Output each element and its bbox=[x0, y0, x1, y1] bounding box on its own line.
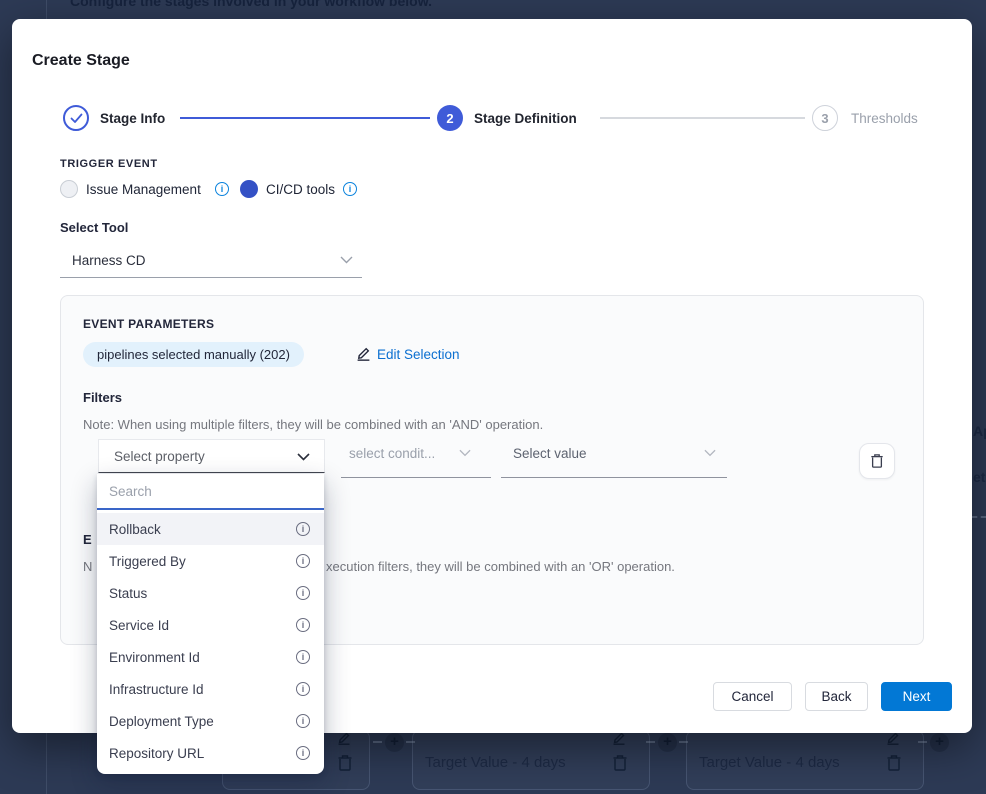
cancel-button[interactable]: Cancel bbox=[713, 682, 792, 711]
step-label-stage-definition: Stage Definition bbox=[474, 111, 577, 126]
info-icon[interactable]: i bbox=[296, 618, 310, 632]
condition-select-underline bbox=[341, 477, 491, 478]
step-circle-thresholds[interactable]: 3 bbox=[812, 105, 838, 131]
trash-icon bbox=[870, 453, 884, 469]
plus-icon[interactable]: + bbox=[658, 733, 677, 752]
edit-pencil-icon[interactable] bbox=[337, 731, 351, 745]
dropdown-item-repository-url[interactable]: Repository URL i bbox=[97, 737, 324, 769]
radio-cicd-tools[interactable] bbox=[240, 180, 258, 198]
info-icon[interactable]: i bbox=[215, 182, 229, 196]
trash-icon[interactable] bbox=[612, 754, 628, 772]
chevron-down-icon[interactable] bbox=[459, 449, 471, 457]
stepper-connector bbox=[180, 117, 430, 119]
dropdown-item-deployment-type[interactable]: Deployment Type i bbox=[97, 705, 324, 737]
select-tool-label: Select Tool bbox=[60, 220, 128, 235]
filters-note: Note: When using multiple filters, they … bbox=[83, 417, 543, 432]
background-dashed-connector bbox=[646, 741, 655, 743]
condition-select-value[interactable]: select condit... bbox=[349, 446, 435, 461]
dropdown-item-service-id[interactable]: Service Id i bbox=[97, 609, 324, 641]
tool-select-underline bbox=[60, 277, 362, 278]
trigger-event-label: TRIGGER EVENT bbox=[60, 158, 158, 170]
execution-filters-heading-fragment: E bbox=[83, 532, 92, 547]
chevron-down-icon[interactable] bbox=[704, 449, 716, 457]
dropdown-item-label: Repository URL bbox=[109, 746, 204, 761]
trash-icon[interactable] bbox=[886, 754, 902, 772]
dropdown-item-label: Infrastructure Id bbox=[109, 682, 204, 697]
dropdown-item-label: Status bbox=[109, 586, 147, 601]
dropdown-item-label: Rollback bbox=[109, 522, 161, 537]
dropdown-item-environment-id[interactable]: Environment Id i bbox=[97, 641, 324, 673]
dropdown-item-infrastructure-id[interactable]: Infrastructure Id i bbox=[97, 673, 324, 705]
dropdown-item-triggered-by[interactable]: Triggered By i bbox=[97, 545, 324, 577]
execution-note-fragment-right: xecution filters, they will be combined … bbox=[326, 559, 675, 574]
info-icon[interactable]: i bbox=[296, 554, 310, 568]
value-select-value[interactable]: Select value bbox=[513, 446, 587, 461]
background-header-text: Configure the stages involved in your wo… bbox=[70, 0, 432, 9]
info-icon[interactable]: i bbox=[296, 650, 310, 664]
info-icon[interactable]: i bbox=[296, 586, 310, 600]
back-button[interactable]: Back bbox=[805, 682, 868, 711]
background-dashed-connector bbox=[972, 516, 986, 518]
step-circle-stage-definition[interactable]: 2 bbox=[437, 105, 463, 131]
plus-icon[interactable]: + bbox=[385, 733, 404, 752]
dropdown-item-label: Service Id bbox=[109, 618, 169, 633]
background-fragment-1: Ap bbox=[973, 423, 986, 439]
property-dropdown-panel: Rollback i Triggered By i Status i Servi… bbox=[97, 474, 324, 774]
next-button[interactable]: Next bbox=[881, 682, 952, 711]
info-icon[interactable]: i bbox=[296, 682, 310, 696]
radio-label-issue-management[interactable]: Issue Management bbox=[86, 182, 201, 197]
dropdown-item-status[interactable]: Status i bbox=[97, 577, 324, 609]
background-dashed-connector bbox=[373, 741, 382, 743]
edit-pencil-icon[interactable] bbox=[886, 731, 900, 745]
background-dashed-connector bbox=[406, 741, 415, 743]
step-label-thresholds: Thresholds bbox=[851, 111, 918, 126]
plus-icon[interactable]: + bbox=[930, 733, 949, 752]
filters-title: Filters bbox=[83, 390, 122, 405]
edit-pencil-icon[interactable] bbox=[612, 731, 626, 745]
background-dashed-connector bbox=[679, 741, 688, 743]
search-input[interactable] bbox=[97, 474, 324, 510]
pipelines-selected-chip[interactable]: pipelines selected manually (202) bbox=[83, 342, 304, 367]
property-select-value: Select property bbox=[114, 449, 205, 464]
check-icon bbox=[70, 113, 83, 124]
property-select[interactable]: Select property bbox=[98, 439, 325, 473]
tool-select-value[interactable]: Harness CD bbox=[72, 253, 146, 268]
stage-card-label: Target Value - 4 days bbox=[699, 754, 840, 771]
radio-label-cicd-tools[interactable]: CI/CD tools bbox=[266, 182, 335, 197]
stage-card-label: Target Value - 4 days bbox=[425, 754, 566, 771]
execution-note-fragment-left: N bbox=[83, 559, 92, 574]
edit-selection-link[interactable]: Edit Selection bbox=[377, 347, 460, 362]
dropdown-item-label: Triggered By bbox=[109, 554, 186, 569]
info-icon[interactable]: i bbox=[296, 522, 310, 536]
chevron-down-icon[interactable] bbox=[340, 256, 353, 264]
trash-icon[interactable] bbox=[337, 754, 353, 772]
delete-filter-button[interactable] bbox=[859, 443, 895, 479]
screen: Configure the stages involved in your wo… bbox=[0, 0, 986, 794]
value-select-underline bbox=[501, 477, 727, 478]
modal-title: Create Stage bbox=[32, 52, 130, 70]
step-label-stage-info: Stage Info bbox=[100, 111, 165, 126]
dropdown-item-rollback[interactable]: Rollback i bbox=[97, 513, 324, 545]
info-icon[interactable]: i bbox=[296, 714, 310, 728]
radio-issue-management[interactable] bbox=[60, 180, 78, 198]
background-dashed-connector bbox=[918, 741, 927, 743]
dropdown-item-label: Environment Id bbox=[109, 650, 200, 665]
background-fragment-2: et bbox=[973, 469, 985, 485]
stepper-connector bbox=[600, 117, 805, 119]
dropdown-item-label: Deployment Type bbox=[109, 714, 214, 729]
event-parameters-title: EVENT PARAMETERS bbox=[83, 317, 214, 331]
edit-pencil-icon[interactable] bbox=[356, 346, 371, 361]
dropdown-list: Rollback i Triggered By i Status i Servi… bbox=[97, 510, 324, 769]
step-circle-stage-info[interactable] bbox=[63, 105, 89, 131]
info-icon[interactable]: i bbox=[296, 746, 310, 760]
info-icon[interactable]: i bbox=[343, 182, 357, 196]
chevron-down-icon bbox=[297, 453, 310, 461]
